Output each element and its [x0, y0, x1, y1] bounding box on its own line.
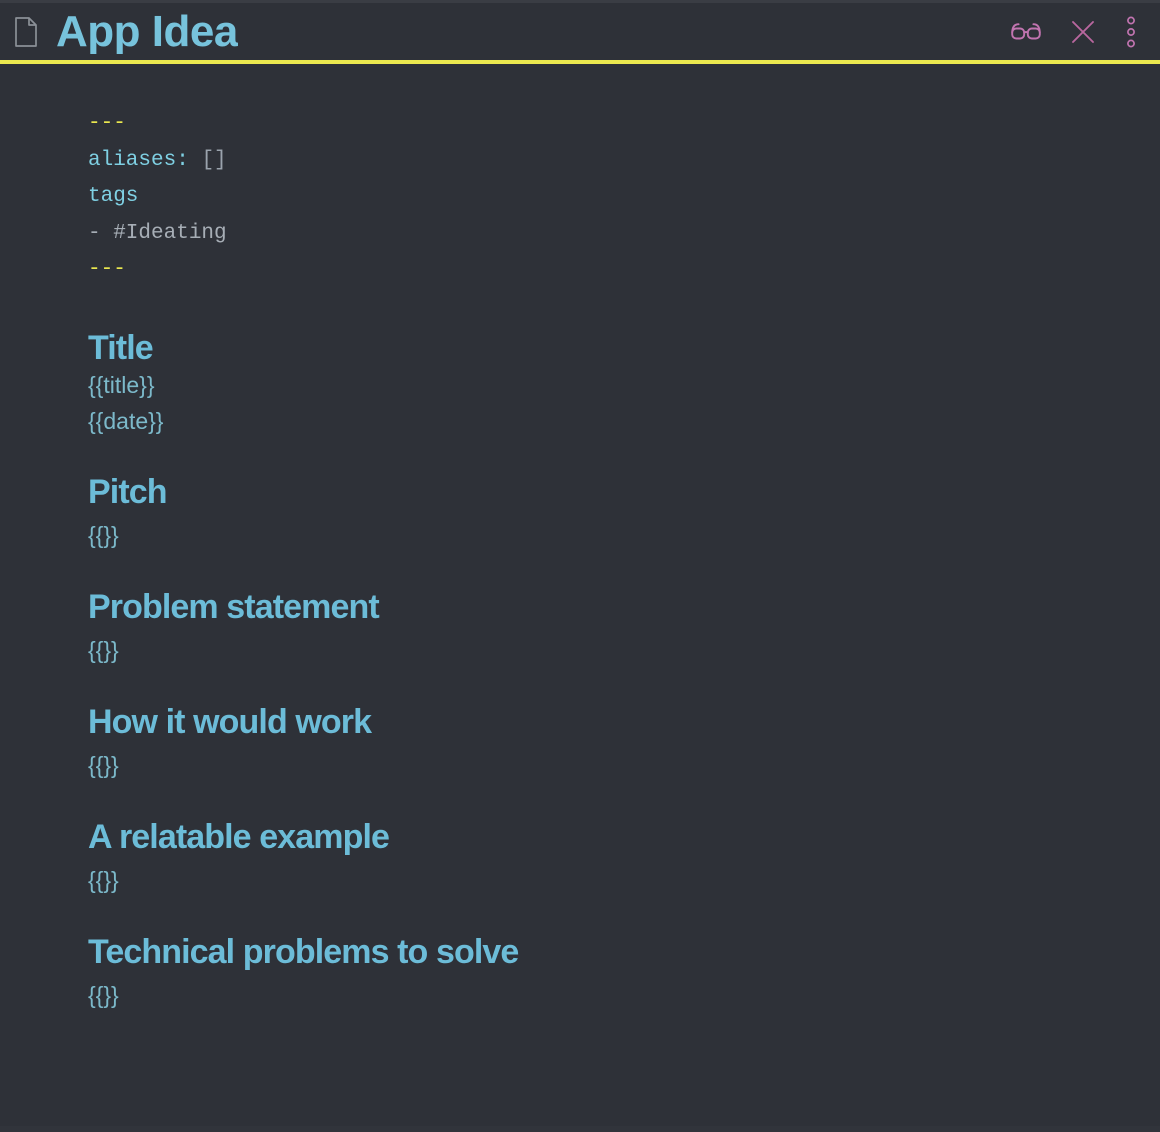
heading-title: Title [88, 328, 154, 367]
note-editor-content[interactable]: --- aliases: [] tags - #Ideating --- Tit… [0, 64, 1160, 1126]
yaml-frontmatter[interactable]: --- aliases: [] tags - #Ideating --- [88, 106, 1160, 289]
document-icon [15, 16, 37, 47]
section-title: Title {{title}} {{date}} [88, 329, 1160, 440]
frontmatter-tags-key: tags [88, 185, 139, 208]
horizontal-scroll-track[interactable] [0, 1126, 1160, 1132]
body-technical-problems-to-solve: {{}} [88, 981, 119, 1008]
frontmatter-close-delimiter: --- [88, 258, 126, 281]
section-pitch: Pitch {{}} [88, 473, 1160, 554]
reading-view-button[interactable] [1006, 11, 1048, 53]
section-how-it-would-work: How it would work {{}} [88, 703, 1160, 784]
frontmatter-open-delimiter: --- [88, 112, 126, 135]
body-how-it-would-work: {{}} [88, 752, 119, 779]
titlebar-title-group: App Idea [0, 10, 1006, 54]
heading-technical-problems-to-solve: Technical problems to solve [88, 932, 519, 971]
date-template-line: {{date}} [88, 407, 164, 434]
section-problem-statement: Problem statement {{}} [88, 588, 1160, 669]
heading-how-it-would-work: How it would work [88, 702, 372, 741]
heading-problem-statement: Problem statement [88, 588, 380, 627]
page-title: App Idea [56, 9, 238, 54]
vertical-dots-icon [1127, 16, 1135, 47]
title-template-line: {{title}} [88, 371, 155, 398]
section-technical-problems-to-solve: Technical problems to solve {{}} [88, 933, 1160, 1014]
section-a-relatable-example: A relatable example {{}} [88, 818, 1160, 899]
frontmatter-aliases-value [189, 149, 202, 172]
glasses-icon [1011, 22, 1041, 39]
note-titlebar: App Idea [0, 3, 1160, 60]
body-pitch: {{}} [88, 522, 119, 549]
more-options-button[interactable] [1118, 11, 1144, 53]
heading-pitch: Pitch [88, 473, 168, 512]
frontmatter-aliases-key: aliases: [88, 148, 189, 172]
close-button[interactable] [1062, 11, 1104, 53]
body-a-relatable-example: {{}} [88, 866, 119, 893]
close-icon [1072, 20, 1094, 43]
frontmatter-aliases-array: [] [201, 148, 227, 172]
heading-a-relatable-example: A relatable example [88, 817, 390, 856]
body-problem-statement: {{}} [88, 637, 119, 664]
titlebar-actions [1006, 11, 1160, 53]
frontmatter-aliases-line: aliases: [] [88, 143, 1160, 180]
frontmatter-tag-item: - #Ideating [88, 221, 227, 245]
